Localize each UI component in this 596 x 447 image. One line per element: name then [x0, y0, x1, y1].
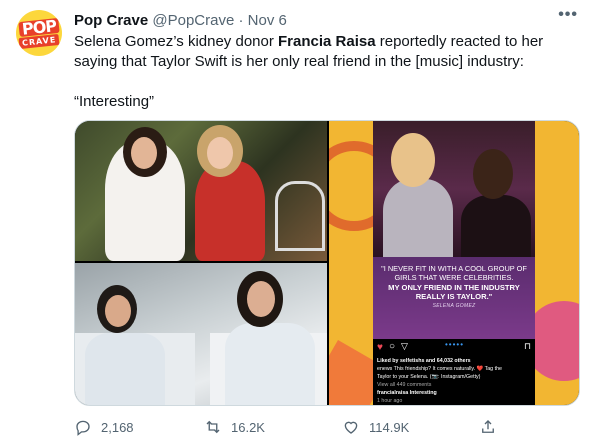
send-icon: ▽: [401, 341, 408, 351]
comments-line: View all 449 comments: [377, 382, 432, 388]
tweet-actions: 2,168 16.2K 114.9K: [74, 418, 574, 438]
instagram-post-screenshot: "I NEVER FIT IN WITH A COOL GROUP OF GIR…: [373, 121, 535, 405]
tweet-text-bold: Francia Raisa: [278, 33, 376, 50]
tweet-text: Selena Gomez’s kidney donor Francia Rais…: [74, 32, 579, 72]
more-options-icon[interactable]: •••: [558, 6, 578, 24]
avatar[interactable]: POP CRAVE: [16, 10, 62, 56]
photo-bottom-left[interactable]: [75, 263, 327, 405]
quote-attribution: SELENA GOMEZ: [432, 303, 476, 309]
photo-figure: [85, 333, 165, 405]
photo-figure: [383, 179, 453, 259]
media-grid: "I NEVER FIT IN WITH A COOL GROUP OF GIR…: [74, 120, 580, 406]
photo-figure: [247, 281, 275, 317]
bookmark-icon: ⊓: [523, 341, 531, 351]
share-button[interactable]: [479, 418, 506, 436]
instagram-photo: [373, 121, 535, 259]
separator-dot: ·: [238, 12, 244, 29]
quote-line-1: "I NEVER FIT IN WITH A COOL GROUP OF GIR…: [381, 264, 527, 282]
retweet-button[interactable]: 16.2K: [204, 418, 265, 436]
likes-line: Liked by selfetishs and 64,032 others: [377, 358, 471, 364]
instagram-caption: Liked by selfetishs and 64,032 others en…: [377, 357, 533, 405]
photo-figure: [391, 133, 435, 187]
reply-count: 2,168: [101, 419, 134, 435]
photo-top-left[interactable]: [75, 121, 327, 261]
reply-icon: [76, 420, 90, 436]
photo-figure: [195, 161, 265, 261]
like-button[interactable]: 114.9K: [342, 418, 409, 436]
like-count: 114.9K: [369, 419, 410, 435]
tweet-quote: “Interesting”: [74, 93, 155, 110]
photo-figure: [225, 323, 315, 405]
instagram-quote-card: "I NEVER FIT IN WITH A COOL GROUP OF GIR…: [373, 257, 535, 339]
reply-button[interactable]: 2,168: [74, 418, 134, 436]
comment-icon: ○: [389, 341, 396, 352]
photo-figure: [207, 137, 233, 169]
heart-icon: ♥: [377, 342, 383, 353]
carousel-dots-icon: •••••: [445, 340, 465, 349]
heart-icon: [344, 421, 358, 434]
instagram-action-bar: ♥ ○ ▽ ••••• ⊓: [377, 340, 531, 354]
caption-line-2: Taylor to your Selena. (📷: Instagram/Get…: [377, 374, 481, 380]
tweet-text-part1: Selena Gomez’s kidney donor: [74, 33, 279, 50]
share-icon: [482, 420, 494, 433]
photo-figure: [473, 149, 513, 199]
retweet-icon: [206, 420, 220, 434]
retweet-count: 16.2K: [231, 419, 265, 435]
tweet-header: Pop Crave @PopCrave · Nov 6: [74, 11, 287, 31]
author-handle[interactable]: @PopCrave: [152, 12, 234, 29]
photo-gate: [275, 181, 325, 251]
time-line: 1 hour ago: [377, 398, 403, 404]
quote-line-2: MY ONLY FRIEND IN THE INDUSTRY REALLY IS…: [388, 283, 520, 301]
photo-right[interactable]: "I NEVER FIT IN WITH A COOL GROUP OF GIR…: [329, 121, 579, 405]
reply-line: francialraisa Interesting: [377, 390, 437, 396]
photo-figure: [131, 137, 157, 169]
tweet-date[interactable]: Nov 6: [248, 12, 287, 29]
photo-figure: [105, 295, 131, 327]
author-name[interactable]: Pop Crave: [74, 12, 148, 29]
caption-line-1: enews This friendship? It comes naturall…: [377, 366, 502, 372]
photo-figure: [461, 195, 531, 259]
